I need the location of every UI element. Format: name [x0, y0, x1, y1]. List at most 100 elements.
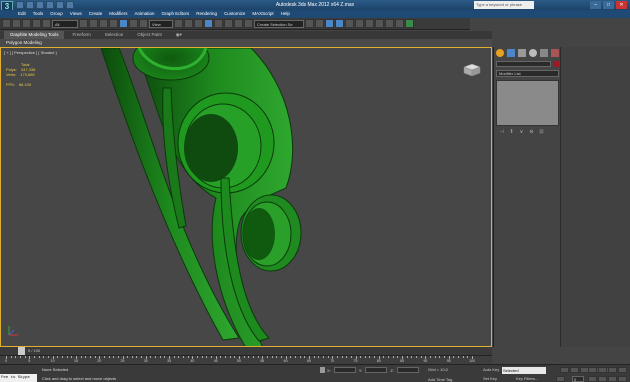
- zoom-icon[interactable]: [588, 367, 597, 373]
- time-slider-track[interactable]: 0 / 100: [0, 347, 492, 355]
- field-of-view-icon[interactable]: [588, 376, 597, 382]
- bind-space-warp-icon[interactable]: [42, 19, 51, 28]
- zoom-extents-icon[interactable]: [608, 367, 617, 373]
- key-filters-button[interactable]: Key Filters...: [516, 376, 538, 381]
- make-unique-icon[interactable]: ∨: [518, 129, 525, 135]
- y-coordinate-field[interactable]: [365, 367, 388, 373]
- show-end-result-icon[interactable]: ‖: [508, 129, 515, 135]
- key-mode-toggle-icon[interactable]: [556, 376, 565, 382]
- menu-edit[interactable]: Edit: [18, 10, 26, 18]
- viewport-label-menu[interactable]: [ + ] [ Perspective ] [ Shaded ]: [4, 50, 57, 55]
- menu-group[interactable]: Group: [50, 10, 63, 18]
- layer-manager-icon[interactable]: [325, 19, 334, 28]
- modifier-stack[interactable]: [496, 80, 559, 126]
- tab-freeform[interactable]: Freeform: [66, 31, 96, 39]
- menu-rendering[interactable]: Rendering: [196, 10, 217, 18]
- go-to-start-icon[interactable]: [560, 367, 569, 373]
- window-crossing-icon[interactable]: [109, 19, 118, 28]
- time-slider-handle[interactable]: [18, 347, 25, 355]
- select-object-icon[interactable]: [79, 19, 88, 28]
- select-rotate-icon[interactable]: [129, 19, 138, 28]
- motion-tab-icon[interactable]: [529, 49, 537, 57]
- perspective-viewport[interactable]: [ + ] [ Perspective ] [ Shaded ] Total P…: [0, 47, 492, 347]
- curve-editor-icon[interactable]: [345, 19, 354, 28]
- edit-named-selection-icon[interactable]: [244, 19, 253, 28]
- zoom-all-icon[interactable]: [598, 367, 607, 373]
- remove-modifier-icon[interactable]: ⊖: [528, 129, 535, 135]
- auto-key-button[interactable]: Auto Key: [483, 367, 499, 372]
- reference-coordinate-dropdown[interactable]: View: [149, 19, 173, 28]
- walk-through-icon[interactable]: [618, 376, 627, 382]
- set-key-button[interactable]: Set Key: [483, 376, 497, 381]
- keyboard-shortcut-icon[interactable]: [194, 19, 203, 28]
- maximize-viewport-icon[interactable]: [608, 376, 617, 382]
- link-icon[interactable]: [22, 19, 31, 28]
- configure-sets-icon[interactable]: ⊡: [538, 129, 545, 135]
- select-by-name-icon[interactable]: [89, 19, 98, 28]
- undo-icon[interactable]: [2, 19, 11, 28]
- display-tab-icon[interactable]: [540, 49, 548, 57]
- menu-customize[interactable]: Customize: [224, 10, 245, 18]
- modifier-list-dropdown[interactable]: Modifier List: [496, 70, 559, 77]
- graphite-toggle-icon[interactable]: [335, 19, 344, 28]
- menu-help[interactable]: Help: [281, 10, 290, 18]
- render-icon[interactable]: [405, 19, 414, 28]
- select-move-icon[interactable]: [119, 19, 128, 28]
- snaps-toggle-icon[interactable]: [204, 19, 213, 28]
- track-bar-ruler[interactable]: 0 5 10 15 20 25 30 35 40 45 50 55 60 65 70 75 80 85 90 95 10…: [0, 355, 492, 364]
- menu-views[interactable]: Views: [70, 10, 82, 18]
- align-icon[interactable]: [315, 19, 324, 28]
- selection-filter-dropdown[interactable]: All: [52, 19, 78, 28]
- add-time-tag[interactable]: Add Time Tag: [428, 377, 452, 382]
- menu-create[interactable]: Create: [89, 10, 103, 18]
- pivot-center-icon[interactable]: [174, 19, 183, 28]
- close-icon[interactable]: ✕: [616, 1, 627, 9]
- angle-snap-icon[interactable]: [214, 19, 223, 28]
- tab-selection[interactable]: Selection: [99, 31, 130, 39]
- current-frame-field[interactable]: 0: [572, 376, 584, 382]
- search-input[interactable]: Type a keyword or phrase: [474, 1, 534, 9]
- object-color-swatch[interactable]: [553, 61, 559, 67]
- utilities-tab-icon[interactable]: [551, 49, 559, 57]
- named-selection-dropdown[interactable]: Create Selection Se: [254, 19, 304, 28]
- region-select-icon[interactable]: [99, 19, 108, 28]
- menu-graph-editors[interactable]: Graph Editors: [162, 10, 190, 18]
- menu-maxscript[interactable]: MAXScript: [252, 10, 273, 18]
- spinner-snap-icon[interactable]: [234, 19, 243, 28]
- create-tab-icon[interactable]: [496, 49, 504, 57]
- previous-frame-icon[interactable]: [570, 367, 579, 373]
- viewcube-icon[interactable]: [461, 62, 483, 78]
- render-setup-icon[interactable]: [375, 19, 384, 28]
- redo-icon[interactable]: [12, 19, 21, 28]
- menu-animation[interactable]: Animation: [135, 10, 155, 18]
- mirror-icon[interactable]: [305, 19, 314, 28]
- ribbon-options-icon[interactable]: ◉▾: [170, 31, 188, 39]
- pin-stack-icon[interactable]: ⊣: [498, 129, 505, 135]
- minimize-icon[interactable]: –: [590, 1, 601, 9]
- maxscript-listener[interactable]: Fee to Skype: [0, 374, 37, 382]
- orbit-icon[interactable]: [598, 376, 607, 382]
- green-3d-model[interactable]: [1, 48, 492, 347]
- x-coordinate-field[interactable]: [333, 367, 356, 373]
- render-production-icon[interactable]: [395, 19, 404, 28]
- menu-tools[interactable]: Tools: [33, 10, 44, 18]
- modify-tab-icon[interactable]: [507, 49, 515, 57]
- maximize-icon[interactable]: □: [603, 1, 614, 9]
- material-editor-icon[interactable]: [365, 19, 374, 28]
- z-coordinate-field[interactable]: [396, 367, 419, 373]
- unlink-icon[interactable]: [32, 19, 41, 28]
- manipulate-icon[interactable]: [184, 19, 193, 28]
- menu-modifiers[interactable]: Modifiers: [109, 10, 127, 18]
- tab-graphite-modeling-tools[interactable]: Graphite Modeling Tools: [4, 31, 65, 39]
- selection-lock-icon[interactable]: [320, 367, 325, 373]
- schematic-view-icon[interactable]: [355, 19, 364, 28]
- pan-icon[interactable]: [618, 367, 627, 373]
- percent-snap-icon[interactable]: [224, 19, 233, 28]
- key-selection-dropdown[interactable]: Selected: [502, 367, 546, 374]
- hierarchy-tab-icon[interactable]: [518, 49, 526, 57]
- select-scale-icon[interactable]: [139, 19, 148, 28]
- polygon-modeling-panel-label[interactable]: Polygon Modeling: [0, 40, 42, 45]
- object-name-field[interactable]: [496, 61, 551, 67]
- tab-object-paint[interactable]: Object Paint: [131, 31, 168, 39]
- rendered-frame-icon[interactable]: [385, 19, 394, 28]
